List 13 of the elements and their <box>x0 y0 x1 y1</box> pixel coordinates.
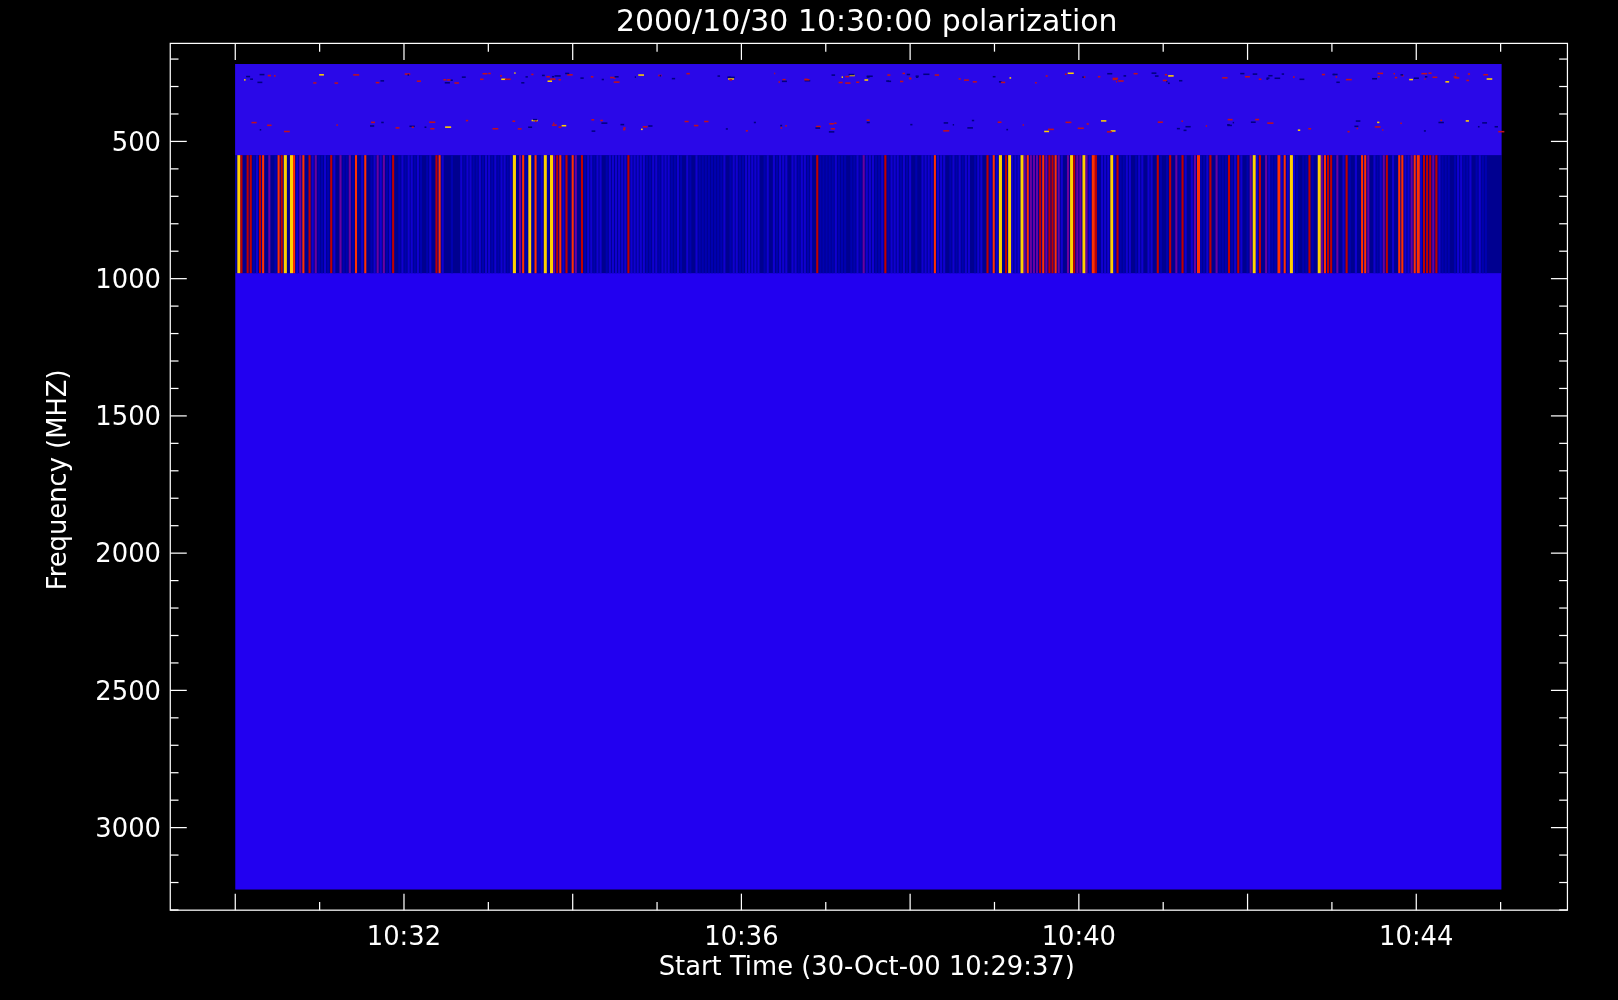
y-tick-label: 2000 <box>95 538 161 569</box>
chart-title: 2000/10/30 10:30:00 polarization <box>616 3 1118 38</box>
x-tick-label: 10:44 <box>1379 921 1454 952</box>
y-tick-label: 1000 <box>95 263 161 294</box>
x-tick-label: 10:32 <box>366 921 442 952</box>
y-tick-label: 3000 <box>95 812 161 843</box>
x-tick-label: 10:36 <box>704 921 779 952</box>
x-axis-label: Start Time (30-Oct-00 10:29:37) <box>658 951 1075 982</box>
y-tick-label: 1500 <box>95 401 161 432</box>
y-tick-label: 500 <box>111 126 161 157</box>
y-tick-label: 2500 <box>95 675 161 706</box>
x-tick-label: 10:40 <box>1041 921 1116 952</box>
y-axis-label: Frequency (MHZ) <box>42 369 73 591</box>
